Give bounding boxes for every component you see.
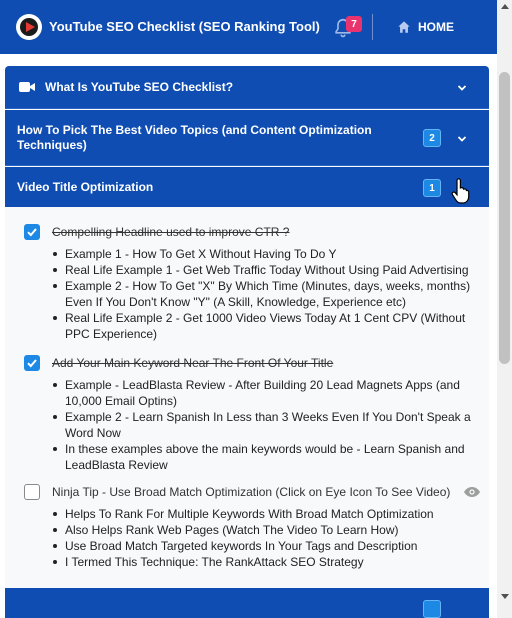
header-divider <box>372 14 373 40</box>
checklist-item-title: Compelling Headline used to improve CTR … <box>52 225 290 239</box>
scroll-up-arrow-icon[interactable] <box>501 4 509 9</box>
example-list: Example - LeadBlasta Review - After Buil… <box>53 377 475 473</box>
checkbox-checked[interactable] <box>24 355 40 371</box>
vertical-scrollbar[interactable] <box>497 0 512 618</box>
chevron-down-icon[interactable] <box>457 83 467 93</box>
accordion-video-title-optimization[interactable]: Video Title Optimization 1 <box>5 167 489 207</box>
home-icon[interactable] <box>397 20 411 34</box>
accordion-title: How To Pick The Best Video Topics (and C… <box>17 123 372 152</box>
item-count-badge <box>423 600 441 618</box>
list-item: Real Life Example 2 - Get 1000 Video Vie… <box>53 310 475 342</box>
checkbox-checked[interactable] <box>24 224 40 240</box>
checklist-panel: What Is YouTube SEO Checklist? How To Pi… <box>5 66 489 618</box>
list-item: In these examples above the main keyword… <box>53 441 475 473</box>
notification-count-badge: 7 <box>346 16 362 32</box>
scrollbar-thumb[interactable] <box>499 72 510 364</box>
list-item: Helps To Rank For Multiple Keywords With… <box>53 506 475 522</box>
checkbox-unchecked[interactable] <box>24 484 40 500</box>
list-item: I Termed This Technique: The RankAttack … <box>53 554 475 570</box>
checklist-item-title: Ninja Tip - Use Broad Match Optimization… <box>52 485 451 499</box>
accordion-title: Video Title Optimization <box>17 180 154 194</box>
eye-icon[interactable] <box>463 486 481 498</box>
list-item: Use Broad Match Targeted keywords In You… <box>53 538 475 554</box>
list-item: Example 2 - How To Get "X" By Which Time… <box>53 278 475 310</box>
accordion-what-is-checklist[interactable]: What Is YouTube SEO Checklist? <box>5 66 489 109</box>
checklist-item-title: Add Your Main Keyword Near The Front Of … <box>52 356 334 370</box>
accordion-title: What Is YouTube SEO Checklist? <box>45 80 234 94</box>
accordion-body: Compelling Headline used to improve CTR … <box>5 207 489 588</box>
list-item: Example - LeadBlasta Review - After Buil… <box>53 377 475 409</box>
app-title: YouTube SEO Checklist (SEO Ranking Tool) <box>49 19 320 34</box>
list-item: Real Life Example 1 - Get Web Traffic To… <box>53 262 475 278</box>
accordion-next-section[interactable] <box>5 588 489 618</box>
video-camera-icon <box>19 82 35 92</box>
example-list: Example 1 - How To Get X Without Having … <box>53 246 475 342</box>
hand-cursor-icon <box>451 178 470 204</box>
chevron-down-icon[interactable] <box>457 134 467 144</box>
list-item: Also Helps Rank Web Pages (Watch The Vid… <box>53 522 475 538</box>
list-item: Example 1 - How To Get X Without Having … <box>53 246 475 262</box>
scroll-down-arrow-icon[interactable] <box>501 594 509 599</box>
item-count-badge: 2 <box>423 129 441 147</box>
example-list: Helps To Rank For Multiple Keywords With… <box>53 506 475 570</box>
item-count-badge: 1 <box>423 179 441 197</box>
accordion-pick-video-topics[interactable]: How To Pick The Best Video Topics (and C… <box>5 110 489 166</box>
play-logo-icon[interactable] <box>16 14 42 40</box>
top-bar: YouTube SEO Checklist (SEO Ranking Tool)… <box>0 0 497 54</box>
list-item: Example 2 - Learn Spanish In Less than 3… <box>53 409 475 441</box>
home-link[interactable]: HOME <box>418 20 454 34</box>
